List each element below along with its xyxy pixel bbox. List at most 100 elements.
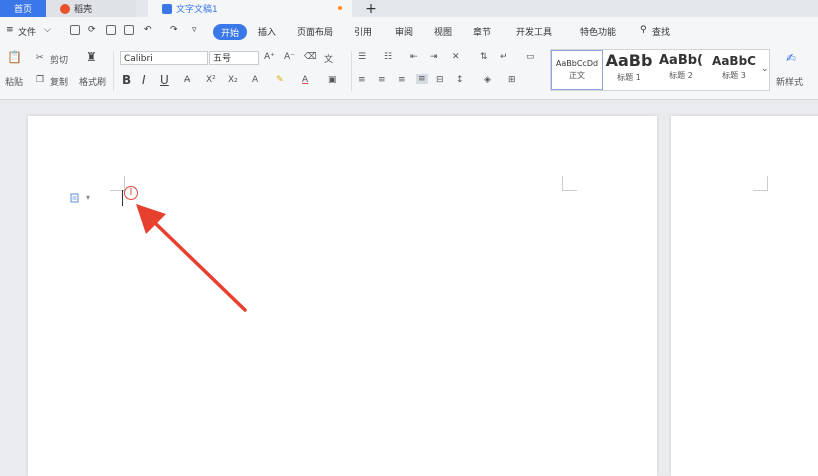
chinese-layout-icon[interactable]: ✕ bbox=[452, 52, 460, 62]
menu-references[interactable]: 引用 bbox=[354, 25, 372, 38]
redo-icon[interactable]: ↷ bbox=[170, 25, 178, 35]
new-tab-button[interactable]: + bbox=[362, 0, 380, 17]
font-size-select[interactable]: 五号 bbox=[209, 51, 259, 65]
style-heading-2[interactable]: AaBb( 标题 2 bbox=[655, 50, 707, 90]
shading-icon[interactable]: ◈ bbox=[484, 75, 491, 85]
i-beam-cursor-icon: I bbox=[124, 186, 138, 200]
daoke-icon bbox=[60, 3, 70, 14]
tab-home[interactable]: 首页 bbox=[0, 0, 46, 17]
margin-corner bbox=[753, 176, 768, 191]
menu-file[interactable]: 文件 bbox=[18, 25, 36, 38]
paste-button[interactable]: 粘贴 bbox=[5, 75, 23, 88]
italic-button[interactable]: I bbox=[142, 73, 146, 87]
char-border-icon[interactable]: ▣ bbox=[328, 75, 337, 85]
search-icon[interactable]: ⚲ bbox=[640, 25, 647, 35]
format-painter-button[interactable]: 格式刷 bbox=[79, 75, 106, 88]
format-painter-icon[interactable]: ♜ bbox=[86, 50, 97, 64]
style-normal-label: 正文 bbox=[569, 71, 585, 80]
save-icon[interactable] bbox=[70, 25, 80, 35]
document-page[interactable] bbox=[28, 116, 657, 476]
undo-icon[interactable]: ↶ bbox=[144, 25, 152, 35]
tab-bar: 首页 稻壳 文字文稿1 + bbox=[0, 0, 818, 17]
menu-start[interactable]: 开始 bbox=[213, 24, 247, 40]
next-page[interactable] bbox=[671, 116, 818, 476]
subscript-icon[interactable]: X₂ bbox=[228, 75, 238, 85]
font-name-select[interactable]: Calibri bbox=[120, 51, 208, 65]
show-marks-icon[interactable]: ↵ bbox=[500, 52, 508, 62]
hamburger-icon[interactable]: ≡ bbox=[6, 25, 14, 35]
line-spacing-icon[interactable]: ↕ bbox=[456, 75, 464, 85]
ribbon-toolbar: 📋 粘贴 ✂ 剪切 ❐ 复制 ♜ 格式刷 Calibri 五号 A⁺ A⁻ ⌫ … bbox=[0, 47, 818, 100]
paste-icon[interactable]: 📋 bbox=[7, 50, 22, 64]
bold-button[interactable]: B bbox=[122, 73, 131, 87]
menu-bar: ≡ 文件 ⌵ ⟳ ↶ ↷ ▿ 开始 插入 页面布局 引用 审阅 视图 章节 开发… bbox=[0, 17, 818, 47]
unsaved-indicator bbox=[338, 6, 342, 10]
copy-icon[interactable]: ❐ bbox=[36, 75, 44, 85]
paragraph-menu-chevron-icon[interactable]: ▾ bbox=[86, 193, 90, 202]
new-style-icon[interactable]: ✍ bbox=[786, 51, 796, 65]
superscript-icon[interactable]: X² bbox=[206, 75, 216, 85]
decrease-indent-icon[interactable]: ⇤ bbox=[410, 52, 418, 62]
grow-font-icon[interactable]: A⁺ bbox=[264, 52, 275, 62]
style-gallery: AaBbCcDd 正文 AaBb 标题 1 AaBb( 标题 2 AaBbC 标… bbox=[550, 49, 770, 91]
paragraph-layout-icon[interactable] bbox=[70, 193, 80, 203]
cut-button[interactable]: 剪切 bbox=[50, 53, 68, 66]
chevron-down-icon[interactable]: ⌵ bbox=[44, 25, 51, 35]
menu-search[interactable]: 查找 bbox=[652, 25, 670, 38]
red-arrow-icon bbox=[136, 204, 247, 312]
tab-home-label: 首页 bbox=[13, 5, 32, 15]
margin-corner bbox=[562, 176, 577, 191]
text-effect-icon[interactable]: A bbox=[252, 75, 258, 85]
group-divider bbox=[351, 51, 352, 91]
shrink-font-icon[interactable]: A⁻ bbox=[284, 52, 295, 62]
style-normal[interactable]: AaBbCcDd 正文 bbox=[551, 50, 603, 90]
print-preview-icon[interactable] bbox=[124, 25, 134, 35]
export-icon[interactable]: ⟳ bbox=[88, 25, 96, 35]
style-heading-3[interactable]: AaBbC 标题 3 bbox=[708, 50, 760, 90]
distribute-icon[interactable]: ⊟ bbox=[436, 75, 444, 85]
menu-page-layout[interactable]: 页面布局 bbox=[297, 25, 333, 38]
increase-indent-icon[interactable]: ⇥ bbox=[430, 52, 438, 62]
group-divider bbox=[113, 51, 114, 91]
print-icon[interactable] bbox=[106, 25, 116, 35]
bullets-icon[interactable]: ☰ bbox=[358, 52, 366, 62]
tab-daoke-label: 稻壳 bbox=[74, 5, 93, 15]
menu-chapter[interactable]: 章节 bbox=[473, 25, 491, 38]
align-right-icon[interactable]: ≡ bbox=[398, 75, 406, 85]
cut-icon[interactable]: ✂ bbox=[36, 53, 44, 63]
menu-view[interactable]: 视图 bbox=[434, 25, 452, 38]
table-icon[interactable]: ▭ bbox=[526, 52, 535, 62]
style-heading-2-label: 标题 2 bbox=[669, 71, 693, 80]
sort-icon[interactable]: ⇅ bbox=[480, 52, 488, 62]
customize-icon[interactable]: ▿ bbox=[192, 25, 197, 35]
align-left-icon[interactable]: ≡ bbox=[358, 75, 366, 85]
text-cursor bbox=[122, 190, 123, 206]
menu-review[interactable]: 审阅 bbox=[395, 25, 413, 38]
justify-icon[interactable]: ≡ bbox=[416, 74, 428, 84]
document-icon bbox=[162, 3, 172, 14]
underline-button[interactable]: U bbox=[160, 73, 169, 87]
new-style-button[interactable]: 新样式 bbox=[776, 75, 803, 88]
menu-special-features[interactable]: 特色功能 bbox=[580, 25, 616, 38]
style-heading-3-label: 标题 3 bbox=[722, 71, 746, 80]
clear-format-icon[interactable]: ⌫ bbox=[304, 52, 317, 62]
tab-document-label: 文字文稿1 bbox=[176, 5, 218, 15]
copy-button[interactable]: 复制 bbox=[50, 75, 68, 88]
align-center-icon[interactable]: ≡ bbox=[378, 75, 386, 85]
margin-corner bbox=[110, 176, 125, 191]
style-heading-1-sample: AaBb bbox=[605, 51, 653, 70]
highlight-icon[interactable]: ✎ bbox=[276, 75, 284, 85]
tab-document[interactable]: 文字文稿1 bbox=[148, 0, 352, 17]
numbering-icon[interactable]: ☷ bbox=[384, 52, 392, 62]
phonetic-icon[interactable]: 文 bbox=[324, 52, 333, 65]
style-normal-sample: AaBbCcDd bbox=[555, 59, 599, 68]
style-heading-2-sample: AaBb( bbox=[659, 53, 703, 68]
strikethrough-icon[interactable]: A̶ bbox=[184, 75, 190, 85]
menu-developer[interactable]: 开发工具 bbox=[516, 25, 552, 38]
font-color-icon[interactable]: A bbox=[302, 75, 308, 85]
style-scroll-icon[interactable]: ⌄ bbox=[761, 64, 769, 74]
menu-insert[interactable]: 插入 bbox=[258, 25, 276, 38]
tab-daoke[interactable]: 稻壳 bbox=[46, 0, 136, 17]
borders-icon[interactable]: ⊞ bbox=[508, 75, 516, 85]
style-heading-1[interactable]: AaBb 标题 1 bbox=[604, 50, 654, 90]
